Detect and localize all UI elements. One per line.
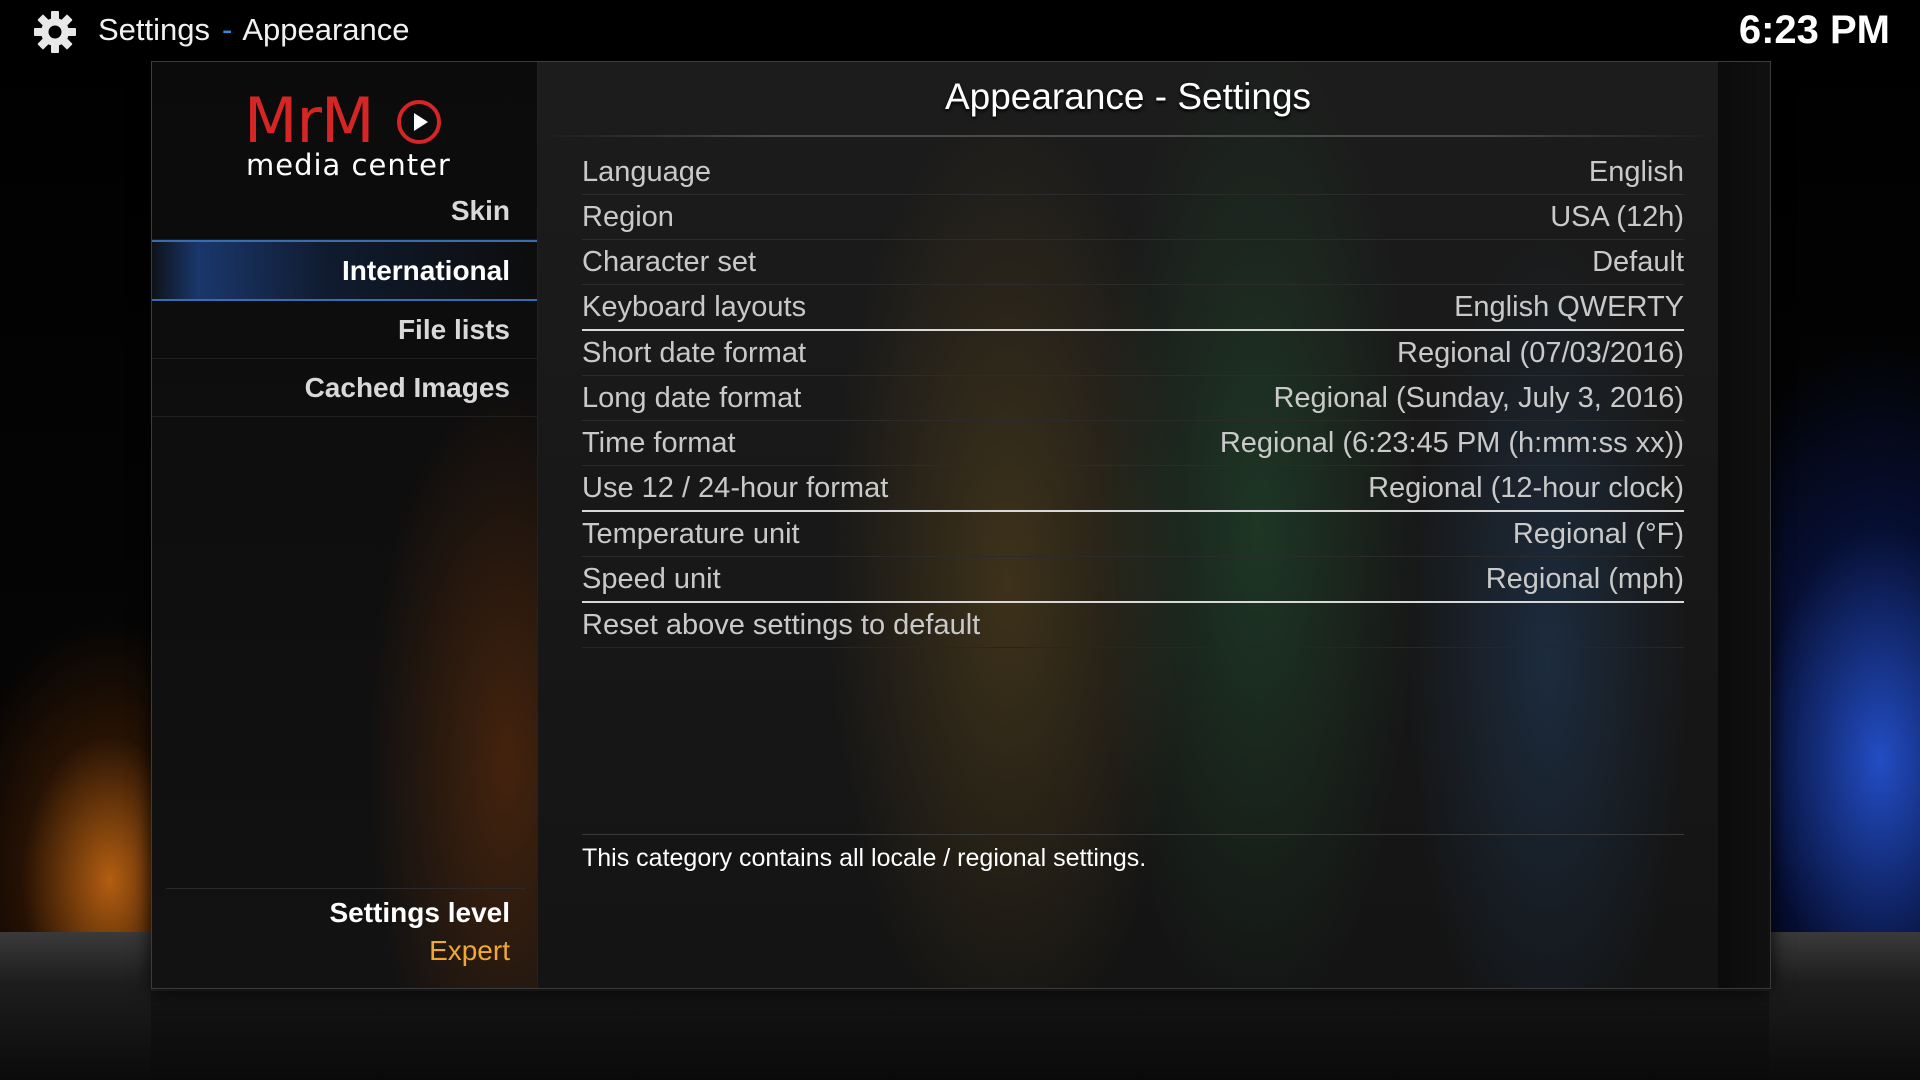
setting-value: Regional (°F) [1512, 518, 1684, 550]
settings-list: Language English Region USA (12h) Charac… [582, 151, 1684, 649]
setting-label: Use 12 / 24-hour format [582, 472, 889, 504]
setting-value: Regional (6:23:45 PM (h:mm:ss xx)) [1219, 427, 1684, 459]
setting-row-reset-defaults[interactable]: Reset above settings to default [582, 604, 1684, 648]
logo-subtitle: media center [246, 148, 451, 182]
floor-panel [151, 990, 1769, 1080]
setting-row-short-date-format[interactable]: Short date format Regional (07/03/2016) [582, 332, 1684, 376]
setting-row-speed-unit[interactable]: Speed unit Regional (mph) [582, 558, 1684, 603]
breadcrumb: Settings - Appearance [98, 12, 410, 48]
setting-label: Region [582, 201, 674, 233]
sidebar-item-file-lists[interactable]: File lists [152, 301, 537, 359]
sidebar-item-cached-images[interactable]: Cached Images [152, 359, 537, 417]
setting-value: Regional (12-hour clock) [1368, 472, 1684, 504]
sidebar-item-international[interactable]: International [152, 240, 537, 301]
setting-label: Reset above settings to default [582, 609, 981, 641]
setting-row-long-date-format[interactable]: Long date format Regional (Sunday, July … [582, 377, 1684, 421]
breadcrumb-separator: - [222, 12, 233, 47]
description-divider [582, 834, 1684, 835]
setting-row-time-format[interactable]: Time format Regional (6:23:45 PM (h:mm:s… [582, 422, 1684, 466]
kodi-settings-screen: Settings - Appearance 6:23 PM MrM media ce… [0, 0, 1920, 1080]
settings-level-divider [166, 888, 526, 889]
window-right-edge [1718, 62, 1770, 988]
setting-label: Language [582, 156, 712, 188]
setting-row-keyboard-layouts[interactable]: Keyboard layouts English QWERTY [582, 286, 1684, 331]
gear-icon [34, 11, 76, 53]
title-divider [538, 135, 1718, 137]
header-bar: Settings - Appearance 6:23 PM [0, 0, 1920, 62]
setting-row-temperature-unit[interactable]: Temperature unit Regional (°F) [582, 513, 1684, 557]
category-nav: Skin International File lists Cached Ima… [152, 182, 537, 417]
setting-label: Short date format [582, 337, 807, 369]
setting-value: Default [1592, 246, 1684, 278]
setting-value: Regional (Sunday, July 3, 2016) [1273, 382, 1684, 414]
page-title: Appearance - Settings [944, 76, 1312, 117]
setting-label: Keyboard layouts [582, 291, 807, 323]
setting-label: Character set [582, 246, 757, 278]
settings-window: MrM media center Skin International File… [151, 61, 1771, 989]
setting-label: Temperature unit [582, 518, 800, 550]
setting-row-character-set[interactable]: Character set Default [582, 241, 1684, 285]
settings-level-value[interactable]: Expert [429, 935, 510, 967]
setting-row-region[interactable]: Region USA (12h) [582, 196, 1684, 240]
play-icon [397, 100, 441, 144]
settings-content: Appearance - Settings Language English R… [538, 62, 1718, 988]
setting-label: Time format [582, 427, 736, 459]
clock: 6:23 PM [1738, 8, 1890, 52]
setting-value: USA (12h) [1550, 201, 1684, 233]
setting-value: English [1588, 156, 1684, 188]
sidebar: MrM media center Skin International File… [152, 62, 538, 988]
setting-label: Speed unit [582, 563, 721, 595]
category-description: This category contains all locale / regi… [582, 844, 1147, 872]
breadcrumb-page: Appearance [242, 12, 410, 47]
mrmc-logo: MrM media center [244, 84, 454, 183]
setting-label: Long date format [582, 382, 802, 414]
setting-value: English QWERTY [1454, 291, 1684, 323]
setting-value: Regional (mph) [1485, 563, 1684, 595]
settings-level-label[interactable]: Settings level [329, 897, 510, 929]
setting-value: Regional (07/03/2016) [1397, 337, 1684, 369]
setting-row-hour-format[interactable]: Use 12 / 24-hour format Regional (12-hou… [582, 467, 1684, 512]
breadcrumb-root: Settings [98, 12, 211, 47]
sidebar-item-skin[interactable]: Skin [152, 182, 537, 240]
setting-row-language[interactable]: Language English [582, 151, 1684, 195]
logo-brand: MrM [244, 84, 374, 157]
